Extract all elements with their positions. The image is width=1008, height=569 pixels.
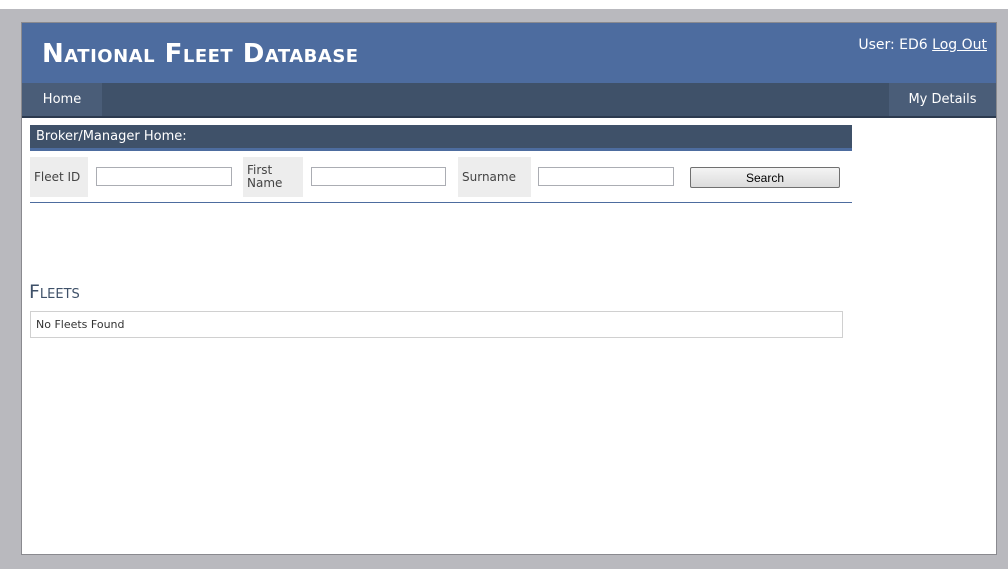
fleets-heading: Fleets [29, 281, 80, 303]
surname-input[interactable] [538, 167, 674, 186]
nav-my-details-tab[interactable]: My Details [889, 83, 996, 116]
search-form: Fleet ID First Name Surname Search [30, 157, 852, 203]
site-header: National Fleet Database User: ED6 Log Ou… [22, 23, 996, 83]
fleets-empty-message: No Fleets Found [36, 318, 125, 331]
user-area: User: ED6 Log Out [858, 37, 987, 53]
fleet-id-label: Fleet ID [30, 157, 88, 197]
fleet-id-input[interactable] [96, 167, 232, 186]
section-title-bar: Broker/Manager Home: [30, 125, 852, 151]
first-name-label: First Name [243, 157, 303, 197]
surname-label: Surname [458, 157, 531, 197]
nav-home-tab[interactable]: Home [22, 83, 102, 116]
user-label: User: ED6 [858, 37, 928, 53]
logout-link[interactable]: Log Out [932, 37, 987, 53]
fleets-list: No Fleets Found [30, 311, 843, 338]
first-name-input[interactable] [311, 167, 446, 186]
site-title: National Fleet Database [42, 39, 359, 69]
page-container: National Fleet Database User: ED6 Log Ou… [21, 22, 997, 555]
search-button[interactable]: Search [690, 167, 840, 188]
navbar: Home My Details [22, 83, 996, 118]
top-strip [0, 0, 1008, 9]
